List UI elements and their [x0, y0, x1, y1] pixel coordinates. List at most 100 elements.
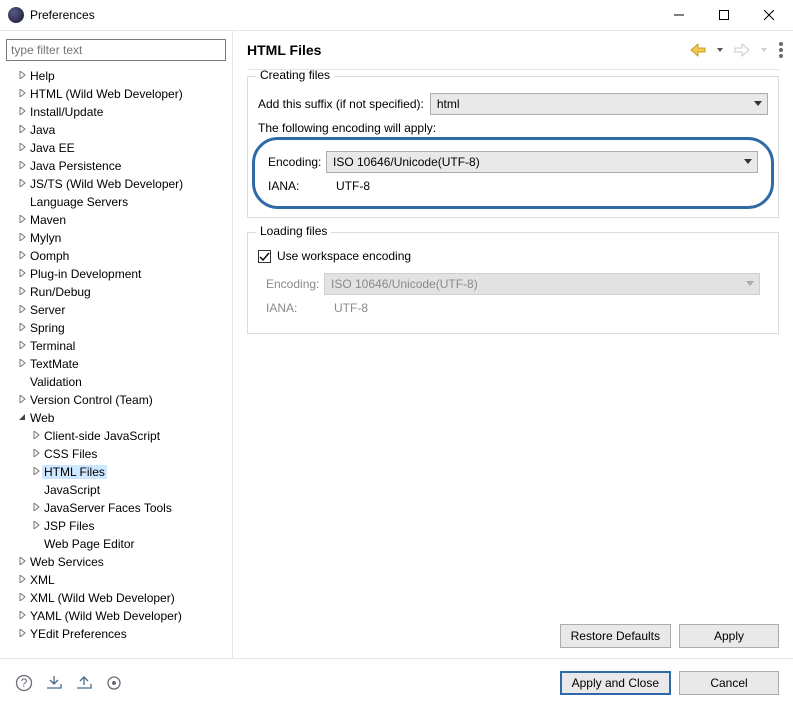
chevron-right-icon[interactable] [16, 287, 28, 295]
tree-item[interactable]: CSS Files [2, 445, 232, 463]
tree-item[interactable]: JS/TS (Wild Web Developer) [2, 175, 232, 193]
tree-item[interactable]: Server [2, 301, 232, 319]
tree-item[interactable]: Mylyn [2, 229, 232, 247]
chevron-right-icon[interactable] [16, 323, 28, 331]
forward-dropdown-icon[interactable] [755, 41, 773, 59]
tree-item[interactable]: Java [2, 121, 232, 139]
suffix-value: html [437, 97, 460, 111]
filter-input[interactable] [6, 39, 226, 61]
chevron-right-icon[interactable] [16, 341, 28, 349]
chevron-right-icon[interactable] [16, 161, 28, 169]
help-icon[interactable]: ? [14, 673, 34, 693]
chevron-right-icon[interactable] [30, 431, 42, 439]
tree-item[interactable]: Maven [2, 211, 232, 229]
chevron-right-icon[interactable] [16, 611, 28, 619]
tree-item-label: Help [28, 69, 57, 83]
import-icon[interactable] [44, 673, 64, 693]
chevron-down-icon [743, 155, 753, 169]
loading-encoding-value: ISO 10646/Unicode(UTF-8) [331, 277, 478, 291]
tree-item-label: JavaScript [42, 483, 102, 497]
view-menu-icon[interactable] [779, 42, 783, 58]
chevron-right-icon[interactable] [16, 269, 28, 277]
tree-item[interactable]: JavaScript [2, 481, 232, 499]
loading-files-group: Loading files Use workspace encoding Enc… [247, 232, 779, 334]
tree-item-label: Web [28, 411, 56, 425]
tree-item[interactable]: YAML (Wild Web Developer) [2, 607, 232, 625]
chevron-right-icon[interactable] [16, 251, 28, 259]
tree-item[interactable]: XML (Wild Web Developer) [2, 589, 232, 607]
suffix-select[interactable]: html [430, 93, 768, 115]
chevron-down-icon [753, 97, 763, 111]
tree-item[interactable]: Help [2, 67, 232, 85]
chevron-right-icon[interactable] [16, 71, 28, 79]
tree-item[interactable]: Java Persistence [2, 157, 232, 175]
chevron-right-icon[interactable] [16, 233, 28, 241]
export-icon[interactable] [74, 673, 94, 693]
tree-item[interactable]: Web Services [2, 553, 232, 571]
chevron-right-icon[interactable] [16, 89, 28, 97]
tree-item[interactable]: Client-side JavaScript [2, 427, 232, 445]
tree-item[interactable]: JSP Files [2, 517, 232, 535]
preferences-tree[interactable]: Help HTML (Wild Web Developer)Install/Upd… [0, 65, 232, 658]
chevron-right-icon[interactable] [30, 449, 42, 457]
tree-item-label: XML (Wild Web Developer) [28, 591, 177, 605]
chevron-right-icon[interactable] [30, 467, 42, 475]
tree-item[interactable]: Language Servers [2, 193, 232, 211]
apply-button[interactable]: Apply [679, 624, 779, 648]
chevron-right-icon[interactable] [16, 629, 28, 637]
tree-item[interactable]: Run/Debug [2, 283, 232, 301]
cancel-button[interactable]: Cancel [679, 671, 779, 695]
back-button[interactable] [689, 41, 707, 59]
chevron-down-icon[interactable] [16, 413, 28, 421]
chevron-right-icon[interactable] [16, 125, 28, 133]
tree-item[interactable]: Plug-in Development [2, 265, 232, 283]
tree-item-label: JSP Files [42, 519, 96, 533]
restore-defaults-button[interactable]: Restore Defaults [560, 624, 671, 648]
chevron-right-icon[interactable] [16, 305, 28, 313]
use-workspace-encoding-checkbox[interactable]: Use workspace encoding [258, 249, 411, 263]
close-button[interactable] [746, 0, 791, 30]
tree-item[interactable]: Java EE [2, 139, 232, 157]
chevron-right-icon[interactable] [16, 179, 28, 187]
footer: ? Apply and Close Cancel [0, 658, 793, 706]
creating-files-legend: Creating files [256, 70, 334, 82]
titlebar: Preferences [0, 0, 793, 30]
encoding-select[interactable]: ISO 10646/Unicode(UTF-8) [326, 151, 758, 173]
encoding-label: Encoding: [268, 155, 326, 169]
chevron-right-icon[interactable] [30, 503, 42, 511]
apply-and-close-button[interactable]: Apply and Close [560, 671, 671, 695]
tree-item[interactable]: Web [2, 409, 232, 427]
tree-item[interactable]: JavaServer Faces Tools [2, 499, 232, 517]
tree-item[interactable]: Terminal [2, 337, 232, 355]
tree-item[interactable]: XML [2, 571, 232, 589]
highlight-annotation [252, 137, 774, 209]
window-title: Preferences [30, 8, 656, 22]
chevron-right-icon[interactable] [16, 395, 28, 403]
tree-item-label: Terminal [28, 339, 77, 353]
maximize-button[interactable] [701, 0, 746, 30]
chevron-right-icon[interactable] [16, 215, 28, 223]
chevron-right-icon[interactable] [16, 143, 28, 151]
tree-item[interactable]: Install/Update [2, 103, 232, 121]
chevron-right-icon[interactable] [16, 575, 28, 583]
minimize-button[interactable] [656, 0, 701, 30]
tree-item[interactable]: Spring [2, 319, 232, 337]
chevron-right-icon[interactable] [16, 593, 28, 601]
chevron-right-icon[interactable] [30, 521, 42, 529]
back-dropdown-icon[interactable] [711, 41, 729, 59]
oomph-icon[interactable] [104, 673, 124, 693]
encoding-value: ISO 10646/Unicode(UTF-8) [333, 155, 480, 169]
tree-item[interactable]: HTML Files [2, 463, 232, 481]
forward-button[interactable] [733, 41, 751, 59]
chevron-right-icon[interactable] [16, 359, 28, 367]
tree-item[interactable]: YEdit Preferences [2, 625, 232, 643]
tree-item[interactable]: Version Control (Team) [2, 391, 232, 409]
tree-item[interactable]: Web Page Editor [2, 535, 232, 553]
tree-item[interactable]: HTML (Wild Web Developer) [2, 85, 232, 103]
chevron-right-icon[interactable] [16, 557, 28, 565]
tree-item[interactable]: Oomph [2, 247, 232, 265]
tree-item-label: TextMate [28, 357, 81, 371]
tree-item[interactable]: TextMate [2, 355, 232, 373]
tree-item[interactable]: Validation [2, 373, 232, 391]
chevron-right-icon[interactable] [16, 107, 28, 115]
